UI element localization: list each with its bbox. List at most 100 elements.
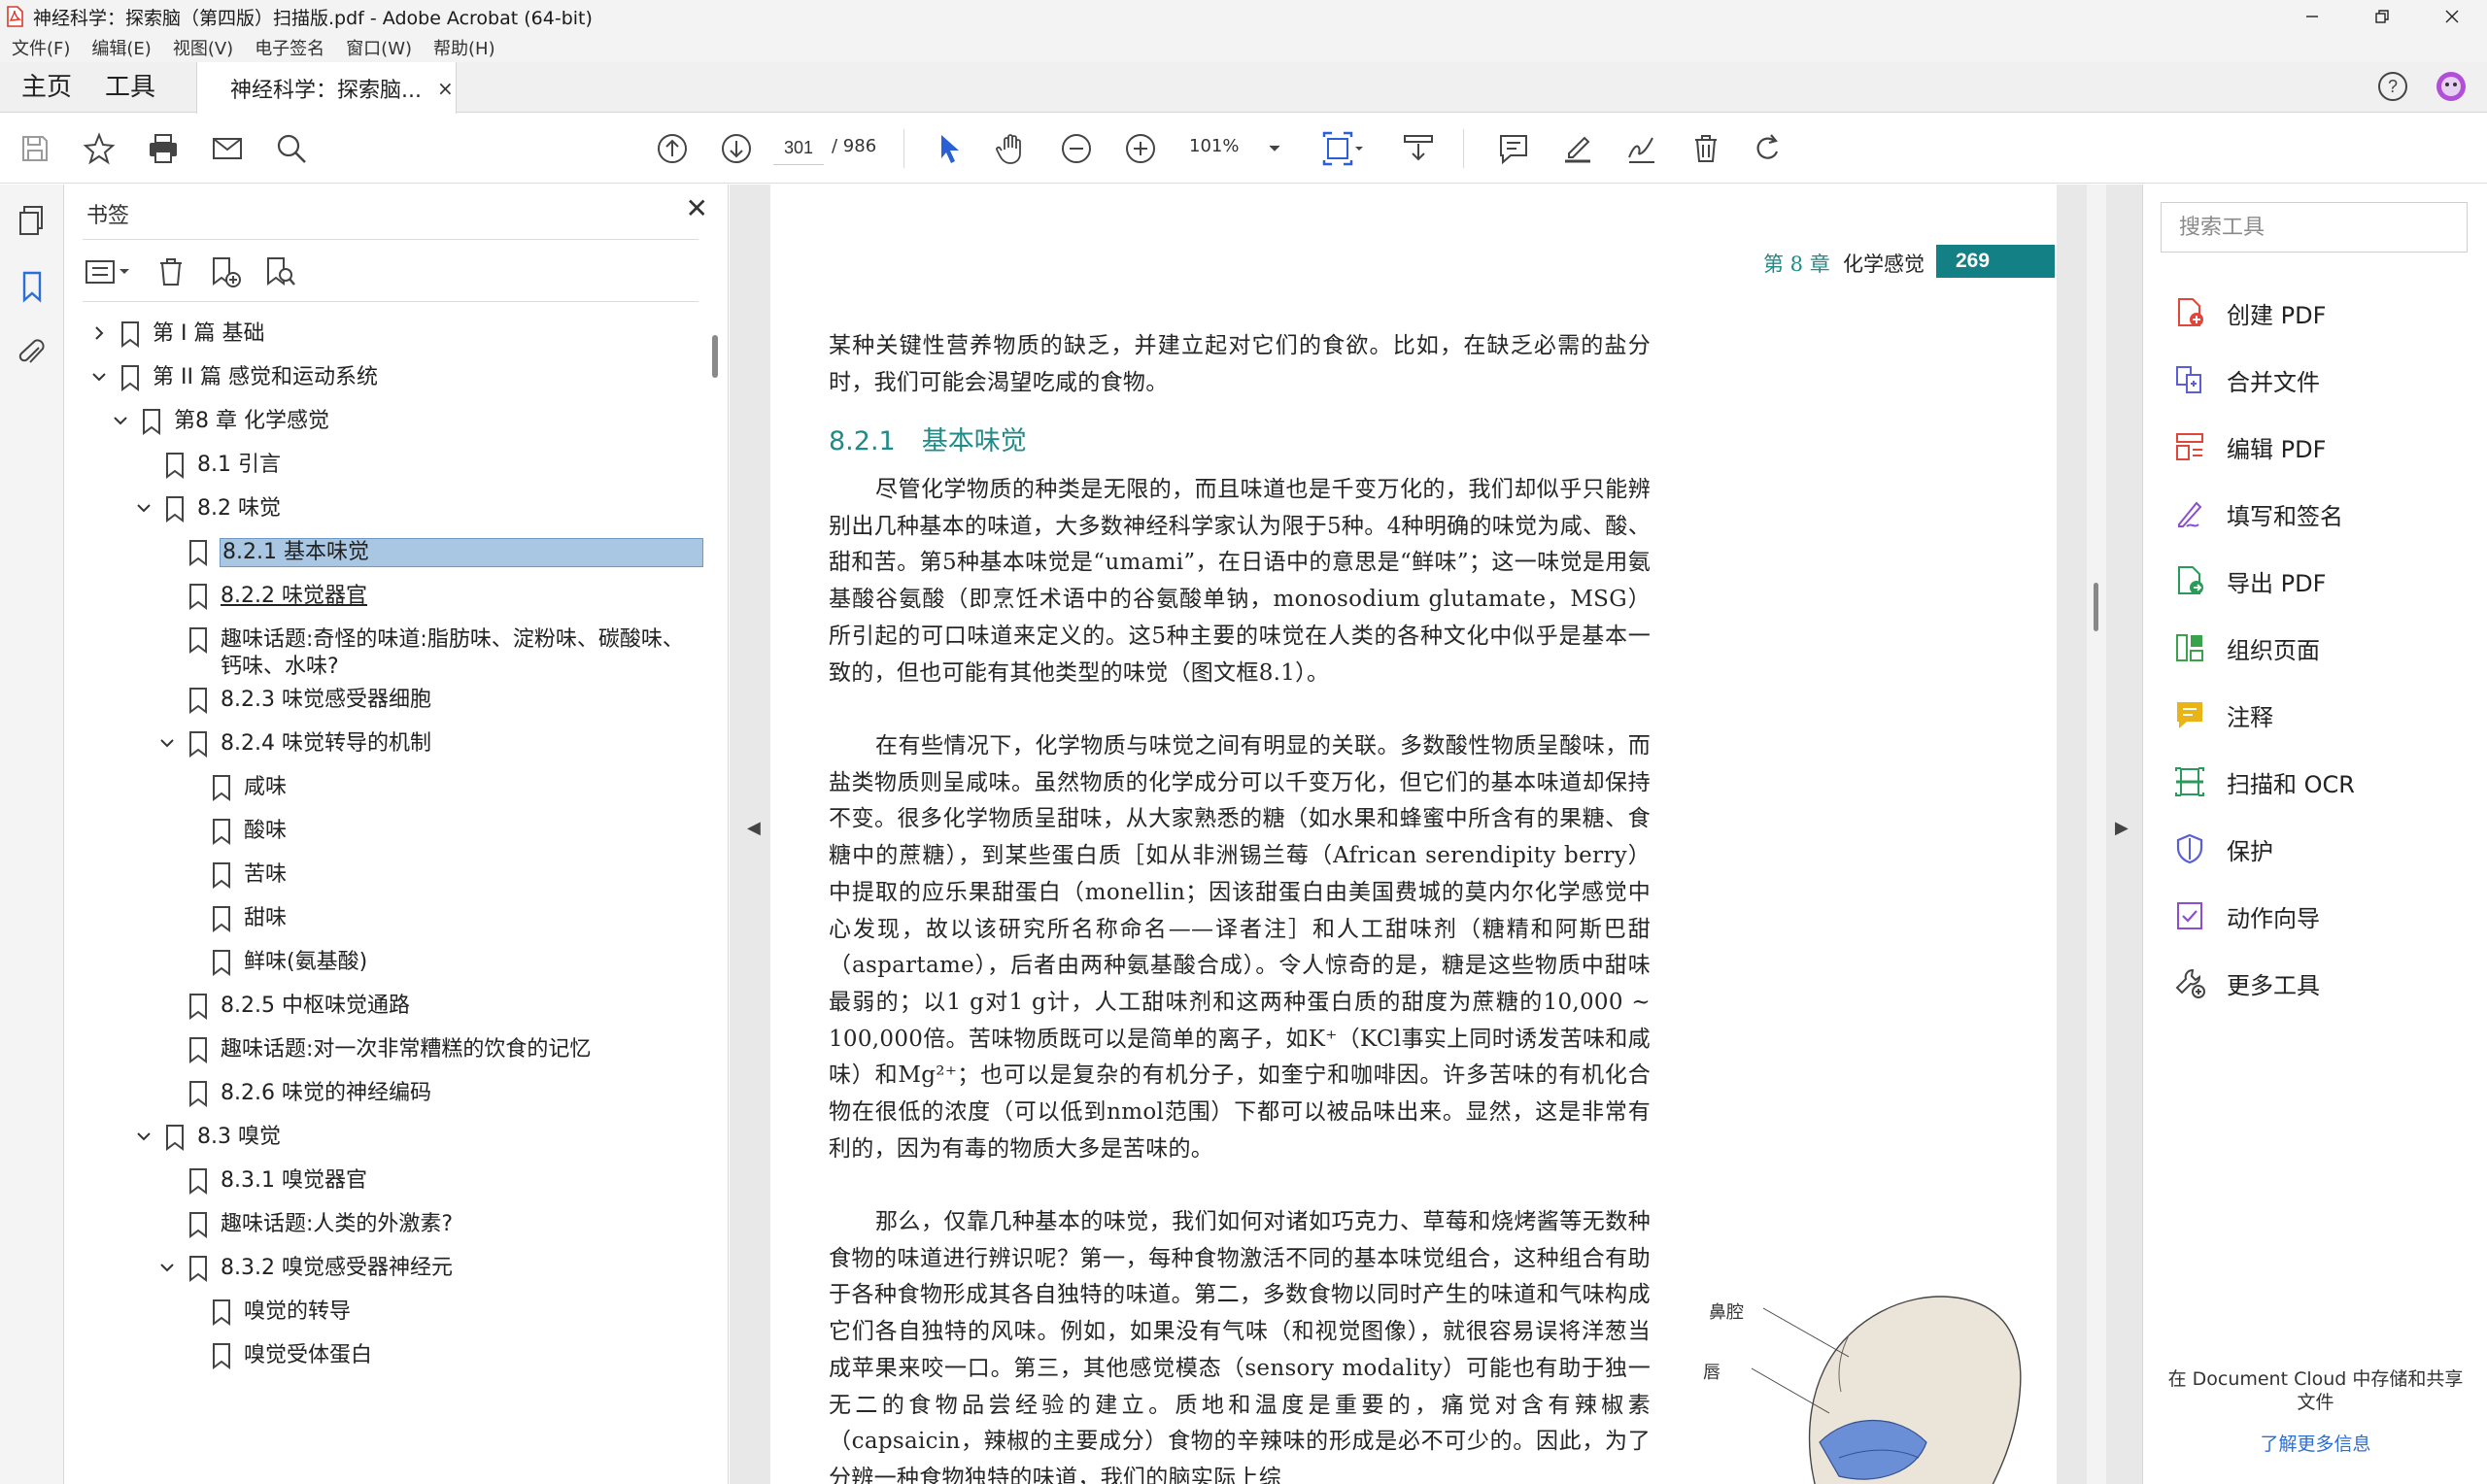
tool-combine-files[interactable]: 合并文件 [2170,354,2320,405]
help-icon[interactable]: ? [2376,70,2409,103]
chevron-right-icon[interactable] [88,322,110,344]
tab-document[interactable]: 神经科学：探索脑... × [196,62,457,114]
document-scroll-thumb[interactable] [2094,583,2098,631]
section-heading: 8.2.1 基本味觉 [829,426,1027,456]
bookmark-item[interactable]: 酸味 [65,810,706,855]
scroll-mode-icon[interactable] [1399,129,1438,168]
chevron-down-icon[interactable] [88,366,110,388]
close-panel-icon[interactable]: ✕ [686,192,708,224]
bookmark-label: 第 II 篇 感觉和运动系统 [153,365,378,389]
bookmark-icon [211,1342,232,1369]
menu-view[interactable]: 视图(V) [173,35,233,60]
bookmark-item[interactable]: 8.2.5 中枢味觉通路 [65,985,706,1029]
bookmarks-panel-title: 书签 [86,204,130,228]
tool-scan-ocr[interactable]: 扫描和 OCR [2170,757,2355,807]
chevron-down-icon[interactable] [156,732,178,754]
zoom-dropdown-icon[interactable] [1263,129,1286,168]
delete-icon[interactable] [1686,129,1725,168]
fill-sign-icon [2170,494,2209,533]
bookmark-item[interactable]: 8.2 味觉 [65,488,706,532]
document-scrollbar[interactable] [2087,185,2106,1484]
bookmark-item[interactable]: 咸味 [65,766,706,811]
delete-bookmark-icon[interactable] [154,255,187,288]
bookmark-item[interactable]: 第 I 篇 基础 [65,313,706,357]
bookmark-item[interactable]: 嗅觉的转导 [65,1291,706,1335]
avatar[interactable] [2435,70,2468,103]
search-icon[interactable] [272,129,311,168]
close-window-button[interactable] [2417,0,2487,33]
menu-file[interactable]: 文件(F) [12,35,70,60]
tool-export-pdf[interactable]: 导出 PDF [2170,556,2326,606]
bookmark-item[interactable]: 趣味话题:奇怪的味道:脂肪味、淀粉味、碳酸味、钙味、水味? [65,619,706,679]
menu-edit[interactable]: 编辑(E) [91,35,151,60]
bookmark-item[interactable]: 趣味话题:对一次非常糟糕的饮食的记忆 [65,1029,706,1073]
zoom-level[interactable]: 101% [1189,136,1239,156]
sign-icon[interactable] [1622,129,1661,168]
prev-page-icon[interactable] [653,129,692,168]
learn-more-link[interactable]: 了解更多信息 [2143,1430,2487,1456]
page-thumbnails-icon[interactable] [16,204,49,237]
zoom-out-icon[interactable] [1057,129,1096,168]
bookmark-item[interactable]: 8.2.1 基本味觉 [65,531,706,576]
print-icon[interactable] [144,129,183,168]
tool-edit-pdf[interactable]: 编辑 PDF [2170,422,2326,472]
page-number-input[interactable] [773,132,824,165]
bookmark-item[interactable]: 8.2.4 味觉转导的机制 [65,723,706,767]
bookmark-item[interactable]: 8.2.6 味觉的神经编码 [65,1072,706,1117]
tool-action-wizard[interactable]: 动作向导 [2170,891,2320,941]
bookmark-item[interactable]: 8.3 嗅觉 [65,1116,706,1161]
bookmark-item[interactable]: 甜味 [65,897,706,942]
highlight-icon[interactable] [1558,129,1597,168]
chevron-down-icon[interactable] [133,497,154,519]
save-icon[interactable] [16,129,54,168]
star-icon[interactable] [80,129,119,168]
zoom-in-icon[interactable] [1121,129,1160,168]
hand-tool-icon[interactable] [993,129,1032,168]
bookmark-item[interactable]: 嗅觉受体蛋白 [65,1334,706,1379]
rotate-icon[interactable] [1749,129,1788,168]
chevron-down-icon[interactable] [133,1126,154,1147]
chevron-down-icon[interactable] [156,1257,178,1278]
menu-help[interactable]: 帮助(H) [433,35,495,60]
bookmarks-scrollbar[interactable] [712,335,718,378]
bookmark-options-icon[interactable] [85,257,133,287]
comment-icon[interactable] [1494,129,1533,168]
combine-files-icon [2170,360,2209,399]
tool-more-tools[interactable]: 更多工具 [2170,958,2320,1008]
bookmark-item[interactable]: 8.3.2 嗅觉感受器神经元 [65,1247,706,1292]
bookmark-item[interactable]: 第8 章 化学感觉 [65,400,706,445]
bookmark-item[interactable]: 8.1 引言 [65,444,706,489]
tool-comment[interactable]: 注释 [2170,690,2273,740]
menu-e-sign[interactable]: 电子签名 [255,35,324,60]
bookmark-item[interactable]: 8.2.2 味觉器官 [65,575,706,620]
minimize-button[interactable] [2277,0,2347,33]
tool-protect[interactable]: 保护 [2170,824,2273,874]
tool-fill-sign[interactable]: 填写和签名 [2170,489,2343,539]
chevron-down-icon[interactable] [110,410,131,431]
tab-tools[interactable]: 工具 [105,62,155,113]
bookmark-item[interactable]: 8.2.3 味觉感受器细胞 [65,679,706,724]
bookmark-item[interactable]: 趣味话题:人类的外激素? [65,1203,706,1248]
fit-page-icon[interactable] [1317,129,1366,168]
next-page-icon[interactable] [717,129,756,168]
bookmark-item[interactable]: 8.3.1 嗅觉器官 [65,1160,706,1204]
tool-organize-pages[interactable]: 组织页面 [2170,623,2320,673]
collapse-right-panel-icon[interactable]: ▶ [2115,818,2129,838]
bookmark-item[interactable]: 第 II 篇 感觉和运动系统 [65,356,706,401]
search-tools-input[interactable] [2161,202,2468,253]
new-bookmark-icon[interactable] [209,255,242,288]
tab-home[interactable]: 主页 [21,62,72,113]
close-tab-icon[interactable]: × [437,77,454,100]
select-tool-icon[interactable] [931,129,970,168]
menu-window[interactable]: 窗口(W) [346,35,412,60]
bookmark-item[interactable]: 鲜味(氨基酸) [65,941,706,986]
bookmark-item[interactable]: 苦味 [65,854,706,898]
find-bookmark-icon[interactable] [263,255,296,288]
email-icon[interactable] [208,129,247,168]
tool-create-pdf[interactable]: 创建 PDF [2170,287,2326,338]
attachments-icon[interactable] [16,336,49,369]
bookmark-icon [141,408,162,435]
collapse-left-panel-icon[interactable]: ◀ [747,818,761,838]
restore-button[interactable] [2347,0,2417,33]
bookmarks-icon[interactable] [16,270,49,303]
